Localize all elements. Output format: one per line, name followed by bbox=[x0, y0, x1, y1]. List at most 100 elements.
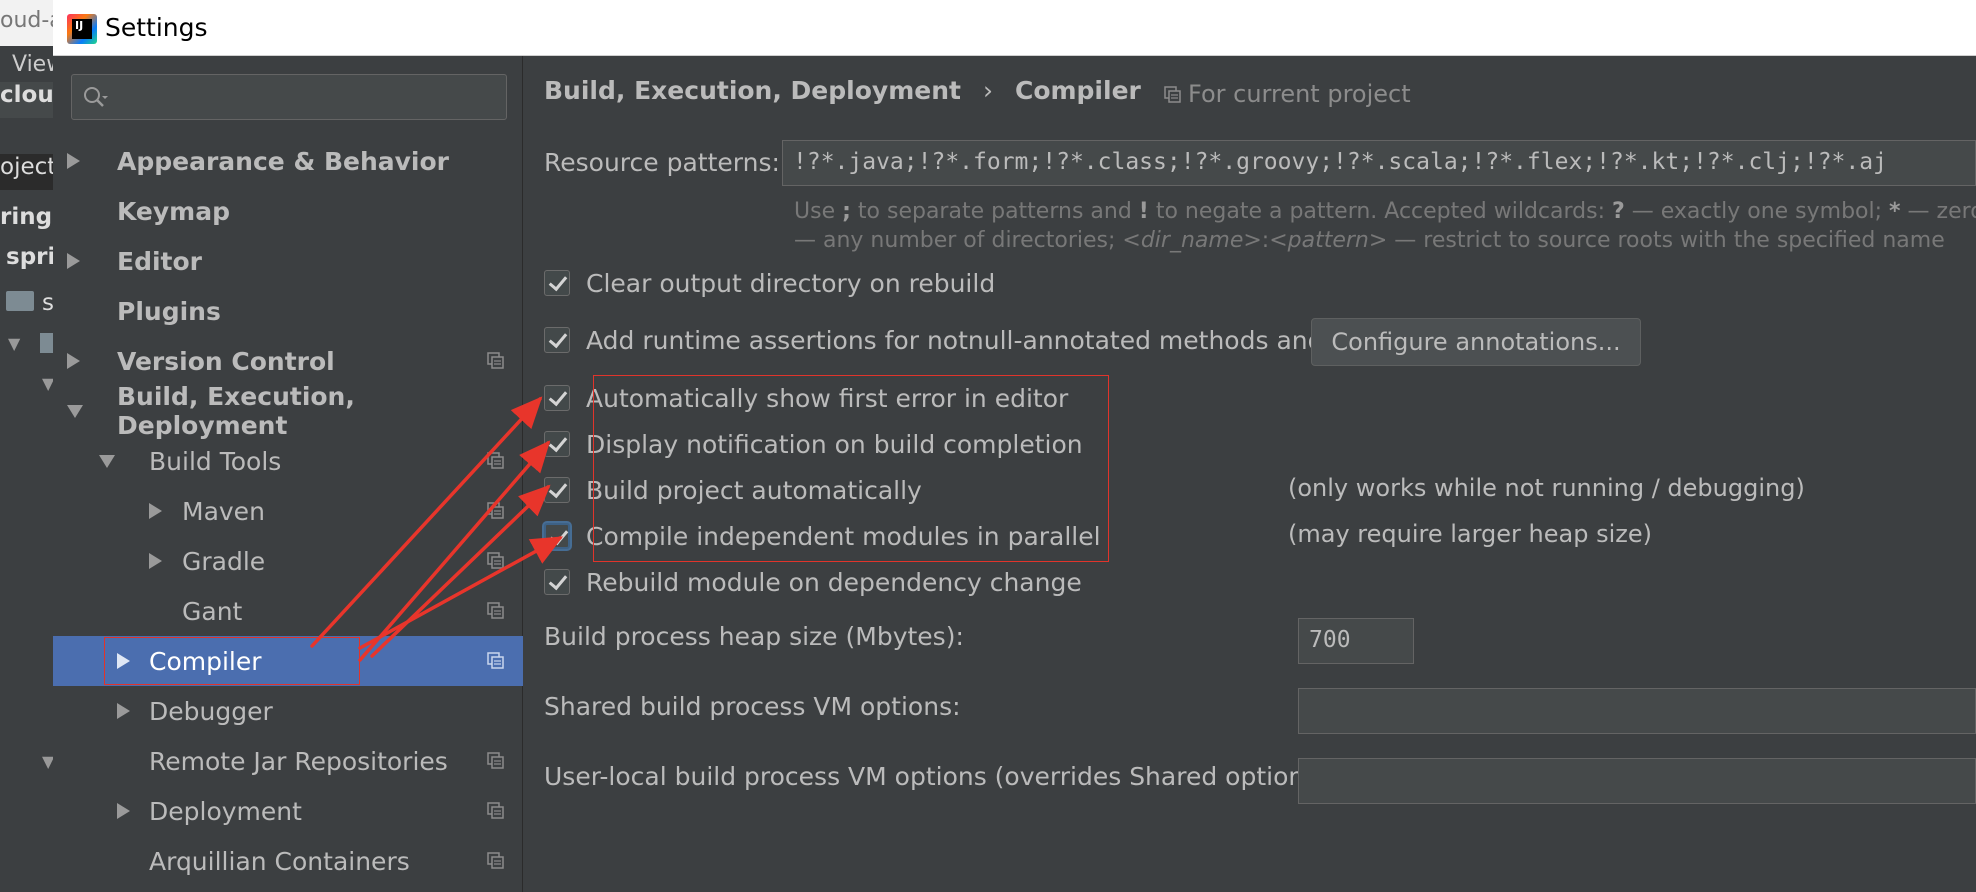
project-scope-icon bbox=[487, 602, 504, 619]
project-scope-icon bbox=[487, 502, 504, 519]
heap-size-input[interactable]: 700 bbox=[1298, 618, 1414, 664]
title-bar[interactable]: IJ Settings bbox=[53, 0, 1976, 56]
tree-item-label: Build Tools bbox=[149, 446, 282, 476]
tree-item-label: Arquillian Containers bbox=[149, 846, 410, 876]
background-project-name: cloud bbox=[0, 82, 53, 118]
background-window-title: oud-a bbox=[0, 0, 53, 46]
build-automatically-checkbox[interactable] bbox=[544, 477, 570, 503]
tree-item-debugger[interactable]: Debugger bbox=[53, 686, 523, 736]
breadcrumb-separator: › bbox=[982, 76, 993, 105]
intellij-app-icon: IJ bbox=[67, 14, 97, 44]
tree-item-plugins[interactable]: Plugins bbox=[53, 286, 523, 336]
chevron-right-icon[interactable] bbox=[149, 503, 162, 519]
chevron-down-icon[interactable] bbox=[67, 404, 83, 418]
shared-vm-options-label: Shared build process VM options: bbox=[544, 692, 961, 721]
show-first-error-checkbox[interactable] bbox=[544, 385, 570, 411]
breadcrumb-parent[interactable]: Build, Execution, Deployment bbox=[544, 76, 961, 105]
compiler-settings-panel: Build, Execution, Deployment › Compiler Fo… bbox=[524, 56, 1976, 892]
configure-annotations-button[interactable]: Configure annotations... bbox=[1311, 318, 1641, 366]
chevron-down-icon[interactable] bbox=[99, 454, 115, 468]
tree-item-editor[interactable]: Editor bbox=[53, 236, 523, 286]
tree-item-gradle[interactable]: Gradle bbox=[53, 536, 523, 586]
clear-output-label: Clear output directory on rebuild bbox=[586, 268, 996, 298]
project-scope-icon bbox=[487, 652, 504, 669]
tree-item-gant[interactable]: Gant bbox=[53, 586, 523, 636]
tree-item-label: Remote Jar Repositories bbox=[149, 746, 448, 776]
tree-item-appearance-behavior[interactable]: Appearance & Behavior bbox=[53, 136, 523, 186]
project-scope-icon bbox=[487, 552, 504, 569]
chevron-right-icon[interactable] bbox=[67, 253, 80, 269]
tree-item-keymap[interactable]: Keymap bbox=[53, 186, 523, 236]
shared-vm-options-input[interactable] bbox=[1298, 688, 1976, 734]
chevron-down-icon[interactable]: ▼ bbox=[42, 374, 53, 393]
tree-item-label: Version Control bbox=[117, 346, 335, 376]
hint-text: ? bbox=[1612, 199, 1625, 224]
project-scope-icon bbox=[487, 802, 504, 819]
hint-text: Use bbox=[794, 199, 843, 224]
project-scope-icon bbox=[487, 352, 504, 369]
tree-item-label: Plugins bbox=[117, 296, 221, 326]
project-scope-icon bbox=[487, 452, 504, 469]
background-project-tab[interactable]: oject bbox=[0, 154, 53, 190]
search-icon bbox=[84, 87, 108, 107]
resource-patterns-hint-line2: — any number of directories; <dir_name>:… bbox=[794, 228, 1945, 253]
settings-sidebar: Appearance & Behavior Keymap Editor Plug… bbox=[53, 56, 523, 892]
window-title: Settings bbox=[105, 13, 208, 42]
tree-item-remote-jar-repositories[interactable]: Remote Jar Repositories bbox=[53, 736, 523, 786]
compile-parallel-checkbox[interactable] bbox=[544, 523, 570, 549]
clear-output-checkbox[interactable] bbox=[544, 270, 570, 296]
chevron-down-icon[interactable]: ▼ bbox=[42, 752, 53, 771]
build-automatically-note: (only works while not running / debuggin… bbox=[1288, 474, 1805, 502]
tree-item-build-tools[interactable]: Build Tools bbox=[53, 436, 523, 486]
chevron-right-icon[interactable] bbox=[117, 703, 130, 719]
tree-item-label: Debugger bbox=[149, 696, 273, 726]
tree-item-label: Editor bbox=[117, 246, 202, 276]
tree-item-maven[interactable]: Maven bbox=[53, 486, 523, 536]
display-notification-checkbox[interactable] bbox=[544, 431, 570, 457]
settings-dialog: IJ Settings Appearance & Behavior Keymap bbox=[53, 0, 1976, 892]
hint-text: <dir_name> bbox=[1122, 228, 1262, 253]
annotation-compiler-box bbox=[104, 637, 360, 685]
chevron-down-icon[interactable]: ▼ bbox=[8, 334, 20, 353]
hint-text: to negate a pattern. Accepted wildcards: bbox=[1148, 199, 1612, 224]
tree-item-label: Build, Execution, Deployment bbox=[117, 382, 355, 440]
compile-parallel-note: (may require larger heap size) bbox=[1288, 520, 1652, 548]
app-icon-text: IJ bbox=[75, 19, 84, 32]
resource-patterns-hint-line1: Use ; to separate patterns and ! to nega… bbox=[794, 199, 1976, 224]
tree-item-build-execution-deployment[interactable]: Build, Execution, Deployment bbox=[53, 382, 523, 440]
tree-item-arquillian-containers[interactable]: Arquillian Containers bbox=[53, 836, 523, 886]
tree-item-deployment[interactable]: Deployment bbox=[53, 786, 523, 836]
resource-patterns-label: Resource patterns: bbox=[544, 148, 780, 177]
rebuild-on-dependency-checkbox[interactable] bbox=[544, 569, 570, 595]
tree-item-label: Gant bbox=[182, 596, 243, 626]
scope-indicator: For current project bbox=[1164, 80, 1411, 108]
folder-icon bbox=[40, 333, 53, 353]
background-menu-view[interactable]: View bbox=[0, 46, 53, 82]
chevron-right-icon[interactable] bbox=[149, 553, 162, 569]
user-local-vm-options-input[interactable] bbox=[1298, 758, 1976, 804]
hint-text: ! bbox=[1138, 199, 1149, 224]
hint-text: * bbox=[1889, 199, 1901, 224]
tree-item-version-control[interactable]: Version Control bbox=[53, 336, 523, 386]
breadcrumb: Build, Execution, Deployment › Compiler bbox=[544, 76, 1141, 105]
breadcrumb-current: Compiler bbox=[1014, 76, 1141, 105]
scope-label: For current project bbox=[1188, 80, 1411, 108]
chevron-right-icon[interactable] bbox=[67, 353, 80, 369]
hint-text: <pattern> bbox=[1269, 228, 1388, 253]
tree-item-label: Gradle bbox=[182, 546, 266, 576]
rebuild-on-dependency-option[interactable]: Rebuild module on dependency change bbox=[544, 564, 1082, 600]
tree-item-label: Deployment bbox=[149, 796, 302, 826]
background-tree-line: ringo bbox=[0, 204, 53, 230]
hint-text: — any number of directories; bbox=[794, 228, 1123, 253]
resource-patterns-input[interactable]: !?*.java;!?*.form;!?*.class;!?*.groovy;!… bbox=[782, 140, 1976, 186]
annotation-highlight-box bbox=[593, 375, 1109, 562]
folder-icon bbox=[6, 291, 34, 311]
hint-text: — exactly one symbol; bbox=[1624, 199, 1890, 224]
clear-output-option[interactable]: Clear output directory on rebuild bbox=[544, 265, 995, 301]
search-input[interactable] bbox=[71, 74, 507, 120]
chevron-right-icon[interactable] bbox=[117, 803, 130, 819]
runtime-assertions-checkbox[interactable] bbox=[544, 327, 570, 353]
rebuild-on-dependency-label: Rebuild module on dependency change bbox=[586, 567, 1082, 597]
chevron-right-icon[interactable] bbox=[67, 153, 80, 169]
heap-size-label: Build process heap size (Mbytes): bbox=[544, 622, 964, 651]
